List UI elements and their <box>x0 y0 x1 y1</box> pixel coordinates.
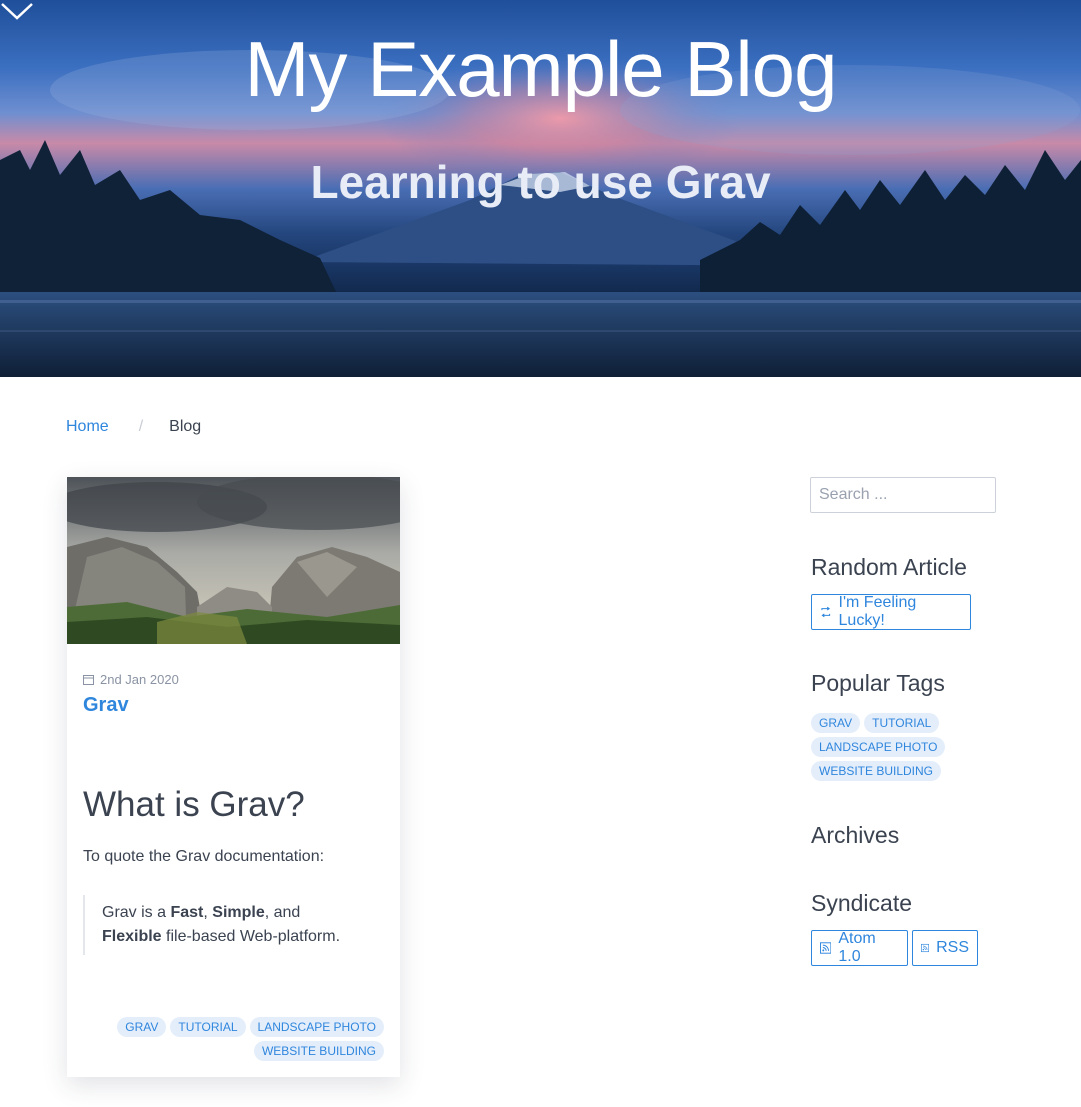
post-intro: To quote the Grav documentation: <box>83 848 325 865</box>
rss-feed-button[interactable]: RSS <box>912 930 978 966</box>
quote-sep-1: , <box>203 904 213 921</box>
quote-word-simple: Simple <box>212 904 265 921</box>
breadcrumb-separator: / <box>138 418 144 435</box>
post-blockquote: Grav is a Fast, Simple, and Flexible fil… <box>83 895 343 955</box>
post-title-link[interactable]: Grav <box>83 694 129 717</box>
search-input[interactable] <box>810 477 996 513</box>
chevron-down-icon[interactable] <box>0 0 34 22</box>
site-subtitle: Learning to use Grav <box>310 156 771 208</box>
quote-prefix: Grav is a <box>102 904 171 921</box>
post-date: 2nd Jan 2020 <box>83 672 179 687</box>
random-article-heading: Random Article <box>811 554 967 580</box>
hero-banner: My Example Blog Learning to use Grav <box>0 0 1081 377</box>
site-title: My Example Blog <box>244 25 838 113</box>
sidebar-tag-website-building[interactable]: WEBSITE BUILDING <box>811 761 942 781</box>
sidebar-tag-tutorial[interactable]: TUTORIAL <box>864 713 940 733</box>
feeling-lucky-button[interactable]: I'm Feeling Lucky! <box>811 594 971 630</box>
post-date-text: 2nd Jan 2020 <box>100 672 179 687</box>
post-tag-landscape-photo[interactable]: LANDSCAPE PHOTO <box>249 1017 384 1037</box>
blog-post-card: 2nd Jan 2020 Grav What is Grav? To quote… <box>67 477 400 1077</box>
post-tag-website-building[interactable]: WEBSITE BUILDING <box>253 1041 384 1061</box>
rss-icon <box>921 943 930 953</box>
breadcrumb-home-link[interactable]: Home <box>66 418 109 436</box>
quote-word-fast: Fast <box>170 904 204 921</box>
post-heading: What is Grav? <box>83 785 305 824</box>
atom-feed-button[interactable]: Atom 1.0 <box>811 930 908 966</box>
post-tag-list: GRAV TUTORIAL LANDSCAPE PHOTO WEBSITE BU… <box>104 1017 384 1061</box>
breadcrumb-current: Blog <box>169 418 202 435</box>
quote-word-flexible: Flexible <box>102 928 162 945</box>
quote-sep-2: , and <box>264 904 301 921</box>
sidebar-tag-grav[interactable]: GRAV <box>811 713 861 733</box>
shuffle-icon <box>821 606 831 618</box>
rss-feed-label: RSS <box>936 939 969 956</box>
syndicate-heading: Syndicate <box>811 890 913 916</box>
popular-tag-list: GRAV TUTORIAL LANDSCAPE PHOTO WEBSITE BU… <box>811 713 991 781</box>
rss-icon <box>820 942 832 954</box>
post-image[interactable] <box>67 477 400 644</box>
feeling-lucky-label: I'm Feeling Lucky! <box>838 594 917 629</box>
post-tag-tutorial[interactable]: TUTORIAL <box>170 1017 246 1037</box>
atom-feed-label: Atom 1.0 <box>838 930 876 965</box>
breadcrumb: Home / Blog <box>66 418 201 436</box>
post-tag-grav[interactable]: GRAV <box>117 1017 167 1037</box>
calendar-icon <box>83 675 94 685</box>
popular-tags-heading: Popular Tags <box>811 670 945 696</box>
sidebar-tag-landscape-photo[interactable]: LANDSCAPE PHOTO <box>811 737 946 757</box>
quote-suffix: file-based Web-platform. <box>161 928 341 945</box>
archives-heading: Archives <box>811 822 900 848</box>
